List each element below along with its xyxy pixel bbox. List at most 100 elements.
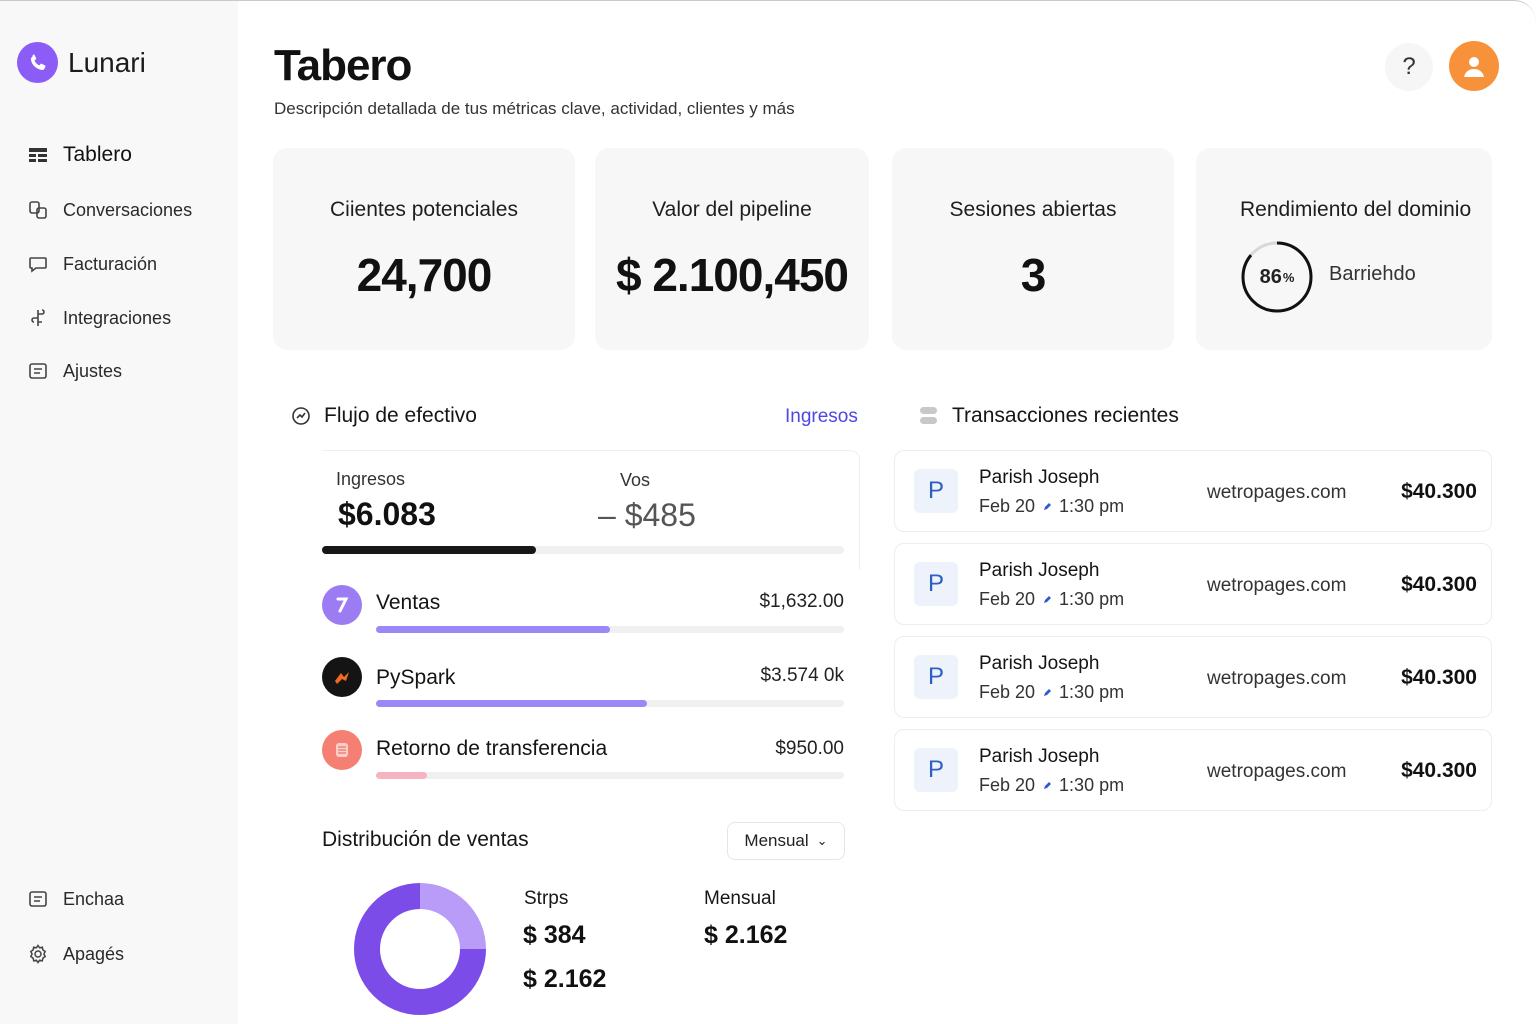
sidebar-item-integraciones[interactable]: Integraciones: [27, 307, 171, 329]
transaction-name: Parish Joseph: [979, 653, 1100, 674]
sidebar-item-apages[interactable]: Apagés: [27, 943, 124, 965]
income-label: Ingresos: [336, 469, 406, 489]
legend-label-mensual: Mensual: [704, 888, 776, 909]
legend-value-extra: $ 2.162: [523, 965, 607, 993]
sidebar-item-label: Enchaa: [63, 888, 125, 909]
transaction-name: Parish Joseph: [979, 560, 1100, 581]
income-progress-fill: [322, 546, 537, 554]
sidebar-item-label: Tablero: [63, 143, 132, 166]
pencil-icon: [1042, 781, 1052, 791]
ingresos-link[interactable]: Ingresos: [785, 406, 858, 428]
transaction-domain: wetropages.com: [1207, 668, 1347, 689]
transaction-amount: $40.300: [1401, 666, 1477, 689]
trend-icon: [290, 405, 312, 427]
legend-label-strps: Strps: [524, 888, 569, 909]
stat-label: Sesiones abiertas: [949, 198, 1117, 221]
stat-card-pipeline: Valor del pipeline $ 2.100,450: [595, 148, 869, 350]
stat-card-leads: Ciientes potenciales 24,700: [273, 148, 575, 350]
sidebar-item-label: Ajustes: [63, 360, 123, 381]
legend-value-mensual: $ 2.162: [704, 921, 788, 949]
transaction-row[interactable]: P Parish Joseph Feb 20 1:30 pm wetropage…: [894, 543, 1492, 625]
source-progress-bar: [376, 772, 844, 779]
progress-ring-percent: 86%: [1259, 265, 1295, 288]
settings-list-icon: [27, 360, 49, 382]
source-name: Ventas: [376, 591, 441, 614]
source-progress-fill: [376, 772, 428, 779]
pyspark-icon: [322, 657, 362, 697]
expense-label: Vos: [620, 470, 651, 490]
sidebar-item-tablero[interactable]: Tablero: [27, 143, 132, 167]
expense-value: – $485: [598, 497, 696, 533]
integrations-icon: [27, 307, 49, 329]
grid-icon: [27, 144, 49, 166]
stat-label: Valor del pipeline: [652, 198, 812, 221]
pencil-icon: [1042, 595, 1052, 605]
source-name: Retorno de transferencia: [376, 737, 608, 760]
transaction-amount: $40.300: [1401, 573, 1477, 596]
user-icon: [1464, 57, 1484, 77]
sidebar-item-label: Conversaciones: [63, 199, 193, 220]
stat-card-domain-performance: Rendimiento del dominio 86% Barriehdo: [1196, 148, 1492, 350]
income-progress-bar: [322, 546, 844, 554]
stat-label: Ciientes potenciales: [330, 198, 518, 221]
domain-status: Barriehdo: [1329, 263, 1416, 285]
stack-icon: [918, 405, 940, 427]
source-name: PySpark: [376, 666, 456, 689]
sidebar-item-facturacion[interactable]: Facturación: [27, 253, 157, 275]
transaction-avatar: P: [914, 748, 958, 792]
source-progress-bar: [376, 700, 844, 707]
page-subtitle: Descripción detallada de tus métricas cl…: [274, 99, 795, 118]
brand[interactable]: Lunari: [17, 42, 146, 83]
sidebar-item-enchaa[interactable]: Enchaa: [27, 888, 124, 910]
transaction-amount: $40.300: [1401, 759, 1477, 782]
pencil-icon: [1042, 502, 1052, 512]
source-amount: $950.00: [775, 738, 844, 759]
source-amount: $1,632.00: [759, 591, 844, 612]
period-dropdown[interactable]: Mensual ⌄: [727, 822, 845, 860]
transaction-domain: wetropages.com: [1207, 761, 1347, 782]
transaction-datetime: Feb 20 1:30 pm: [979, 496, 1125, 516]
transaction-row[interactable]: P Parish Joseph Feb 20 1:30 pm wetropage…: [894, 636, 1492, 718]
chat-icon: [27, 199, 49, 221]
stat-value: 3: [1020, 249, 1047, 301]
chevron-down-icon: ⌄: [816, 833, 828, 848]
transaction-avatar: P: [914, 562, 958, 606]
cashflow-title: Flujo de efectivo: [290, 404, 477, 428]
transaction-name: Parish Joseph: [979, 746, 1100, 767]
transaction-avatar: P: [914, 469, 958, 513]
transfer-icon: [322, 730, 362, 770]
source-progress-bar: [376, 626, 844, 633]
transaction-datetime: Feb 20 1:30 pm: [979, 682, 1125, 702]
phone-logo-icon: [17, 42, 58, 83]
ventas-icon: [322, 585, 362, 625]
transactions-title: Transacciones recientes: [918, 404, 1179, 428]
transaction-amount: $40.300: [1401, 480, 1477, 503]
app-window: Lunari Tablero Conversaciones Facturació…: [0, 0, 1536, 1024]
transaction-name: Parish Joseph: [979, 467, 1100, 488]
stat-label: Rendimiento del dominio: [1240, 198, 1472, 221]
user-avatar[interactable]: [1449, 41, 1499, 91]
source-progress-fill: [376, 700, 648, 707]
sidebar-item-conversaciones[interactable]: Conversaciones: [27, 199, 192, 221]
transaction-domain: wetropages.com: [1207, 482, 1347, 503]
stat-card-sessions: Sesiones abiertas 3: [892, 148, 1174, 350]
transaction-row[interactable]: P Parish Joseph Feb 20 1:30 pm wetropage…: [894, 729, 1492, 811]
document-icon: [27, 888, 49, 910]
source-progress-fill: [376, 626, 610, 633]
sidebar-item-label: Integraciones: [63, 307, 172, 328]
brand-name: Lunari: [68, 46, 146, 78]
sidebar-item-label: Apagés: [63, 943, 125, 964]
donut-slice-strps: [420, 883, 486, 949]
pencil-icon: [1042, 688, 1052, 698]
transaction-avatar: P: [914, 655, 958, 699]
message-icon: [27, 253, 49, 275]
sidebar-item-ajustes[interactable]: Ajustes: [27, 360, 122, 382]
income-value: $6.083: [338, 496, 436, 532]
source-amount: $3.574 0k: [760, 665, 844, 686]
sales-donut-chart: [354, 883, 486, 1015]
transaction-domain: wetropages.com: [1207, 575, 1347, 596]
stat-value: 24,700: [356, 249, 493, 301]
transaction-row[interactable]: P Parish Joseph Feb 20 1:30 pm wetropage…: [894, 450, 1492, 532]
gear-icon: [27, 943, 49, 965]
help-button[interactable]: ?: [1385, 43, 1433, 91]
